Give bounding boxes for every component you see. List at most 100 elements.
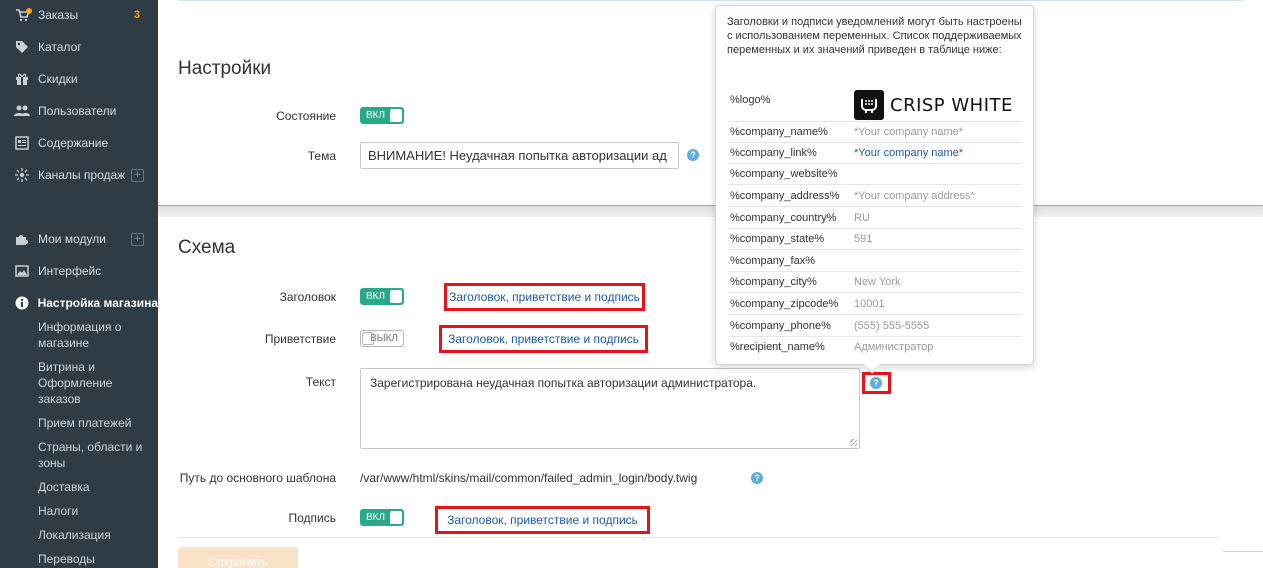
sidebar-subitem-translations[interactable]: Переводы: [38, 551, 148, 567]
toggle-knob: [390, 109, 402, 122]
section-separator: [158, 205, 1263, 217]
var-key: %company_city%: [730, 276, 817, 288]
greeting-label: Приветствие: [264, 332, 336, 346]
sidebar-item-label: Мои модули: [38, 232, 106, 246]
toggle-text: ВЫКЛ: [370, 333, 398, 344]
var-value: 10001: [854, 298, 885, 310]
sidebar-subitem-shipping[interactable]: Доставка: [38, 479, 148, 495]
var-row: %company_country% RU: [728, 208, 1022, 229]
template-path-label: Путь до основного шаблона: [179, 471, 336, 485]
toggle-knob: [390, 511, 402, 524]
image-icon: [14, 263, 30, 279]
header-toggle[interactable]: ВКЛ: [360, 288, 404, 305]
expand-plus-icon[interactable]: +: [131, 168, 144, 182]
var-row: %company_phone% (555) 555-5555: [728, 316, 1022, 337]
header-settings-link[interactable]: Заголовок, приветствие и подпись: [444, 283, 645, 311]
divider: [178, 537, 1218, 538]
schema-section-title: Схема: [178, 237, 236, 258]
sidebar-subitem-storefront[interactable]: Витрина и Оформление заказов: [38, 359, 148, 407]
subject-help-icon[interactable]: ?: [687, 149, 699, 161]
var-value: (555) 555-5555: [854, 320, 930, 332]
sidebar-subitem-localization[interactable]: Локализация: [38, 527, 148, 543]
text-help-icon[interactable]: ?: [870, 377, 882, 389]
settings-section-title: Настройки: [178, 58, 272, 79]
notification-dot: [26, 8, 32, 14]
template-path-help-icon[interactable]: ?: [751, 472, 763, 484]
info-icon: [14, 295, 30, 311]
sidebar: Заказы 3 Каталог Скидки Пользователи Сод…: [0, 0, 158, 568]
var-key: %company_country%: [730, 212, 837, 224]
subject-input[interactable]: ВНИМАНИЕ! Неудачная попытка авторизации …: [360, 142, 679, 169]
var-key: %recipient_name%: [730, 341, 825, 353]
resize-handle-icon[interactable]: [850, 439, 857, 446]
expand-plus-icon[interactable]: +: [131, 232, 144, 246]
sidebar-item-discounts[interactable]: Скидки: [0, 68, 158, 90]
sidebar-subitem-payments[interactable]: Прием платежей: [38, 415, 148, 431]
divider: [178, 0, 1243, 1]
var-row: %recipient_name% Администратор: [728, 337, 1022, 358]
tag-icon: [14, 39, 30, 55]
sidebar-item-interface[interactable]: Интерфейс: [0, 260, 158, 282]
sidebar-item-orders[interactable]: Заказы 3: [0, 4, 158, 26]
toggle-knob: [390, 290, 402, 303]
var-key: %logo%: [730, 94, 771, 106]
sales-channels-icon: [14, 167, 30, 183]
greeting-settings-link[interactable]: Заголовок, приветствие и подпись: [439, 325, 648, 353]
crisp-white-logo-icon: [854, 90, 884, 120]
var-key: %company_state%: [730, 233, 825, 245]
var-row: %company_state% 591: [728, 229, 1022, 250]
text-textarea[interactable]: Зарегистрирована неудачная попытка автор…: [360, 368, 860, 449]
content-icon: [14, 135, 30, 151]
var-value: *Your company name*: [854, 126, 964, 138]
sidebar-item-catalog[interactable]: Каталог: [0, 36, 158, 58]
sidebar-item-label: Скидки: [38, 72, 78, 86]
sidebar-item-label: Заказы: [38, 8, 79, 22]
main-content: Настройки Состояние ВКЛ Тема ВНИМАНИЕ! Н…: [158, 0, 1263, 568]
sidebar-subitem-countries[interactable]: Страны, области и зоны: [38, 439, 148, 471]
sidebar-item-label: Настройка магазина: [37, 296, 158, 310]
var-value: 591: [854, 233, 873, 245]
sidebar-item-label: Каналы продаж: [38, 168, 126, 182]
greeting-toggle[interactable]: ВЫКЛ: [360, 330, 404, 347]
state-toggle[interactable]: ВКЛ: [360, 107, 404, 124]
sidebar-item-label: Пользователи: [38, 104, 117, 118]
sidebar-item-store-settings[interactable]: Настройка магазина: [0, 292, 158, 314]
sidebar-subitem-store-info[interactable]: Информация о магазине: [38, 319, 148, 351]
company-logo: CRISP WHITE: [854, 90, 1013, 120]
sidebar-item-users[interactable]: Пользователи: [0, 100, 158, 122]
toggle-text: ВКЛ: [366, 110, 386, 121]
var-key: %company_zipcode%: [730, 298, 839, 310]
header-label: Заголовок: [279, 290, 336, 304]
var-value: RU: [854, 212, 870, 224]
var-row: %company_name% *Your company name*: [728, 122, 1022, 143]
gift-icon: [14, 71, 30, 87]
orders-count-badge: 3: [133, 9, 140, 21]
var-key: %company_address%: [730, 190, 840, 202]
sidebar-subitem-taxes[interactable]: Налоги: [38, 503, 148, 519]
save-button[interactable]: Сохранить: [178, 547, 298, 568]
signature-toggle[interactable]: ВКЛ: [360, 509, 404, 526]
sidebar-item-my-modules[interactable]: Мои модули +: [0, 228, 158, 250]
var-value-link[interactable]: *Your company name*: [854, 147, 963, 159]
var-row: %company_website%: [728, 164, 1022, 185]
divider: [1223, 551, 1263, 552]
subject-label: Тема: [307, 149, 336, 163]
variables-popover: Заголовки и подписи уведомлений могут бы…: [715, 5, 1034, 374]
signature-label: Подпись: [288, 511, 337, 525]
template-path-value: /var/www/html/skins/mail/common/failed_a…: [360, 471, 698, 485]
state-label: Состояние: [276, 109, 336, 123]
sidebar-item-sales-channels[interactable]: Каналы продаж +: [0, 164, 158, 186]
var-key: %company_name%: [730, 126, 828, 138]
sidebar-item-label: Интерфейс: [38, 264, 102, 278]
var-key: %company_link%: [730, 147, 817, 159]
var-value: *Your company address*: [854, 190, 975, 202]
sidebar-item-label: Содержание: [38, 136, 109, 150]
var-row: %company_link% *Your company name*: [728, 143, 1022, 164]
text-label: Текст: [305, 375, 336, 389]
signature-settings-link[interactable]: Заголовок, приветствие и подпись: [435, 506, 650, 534]
popover-description: Заголовки и подписи уведомлений могут бы…: [727, 16, 1022, 56]
sidebar-item-content[interactable]: Содержание: [0, 132, 158, 154]
puzzle-icon: [14, 231, 30, 247]
var-key: %company_fax%: [730, 255, 815, 267]
sidebar-item-label: Каталог: [38, 40, 82, 54]
